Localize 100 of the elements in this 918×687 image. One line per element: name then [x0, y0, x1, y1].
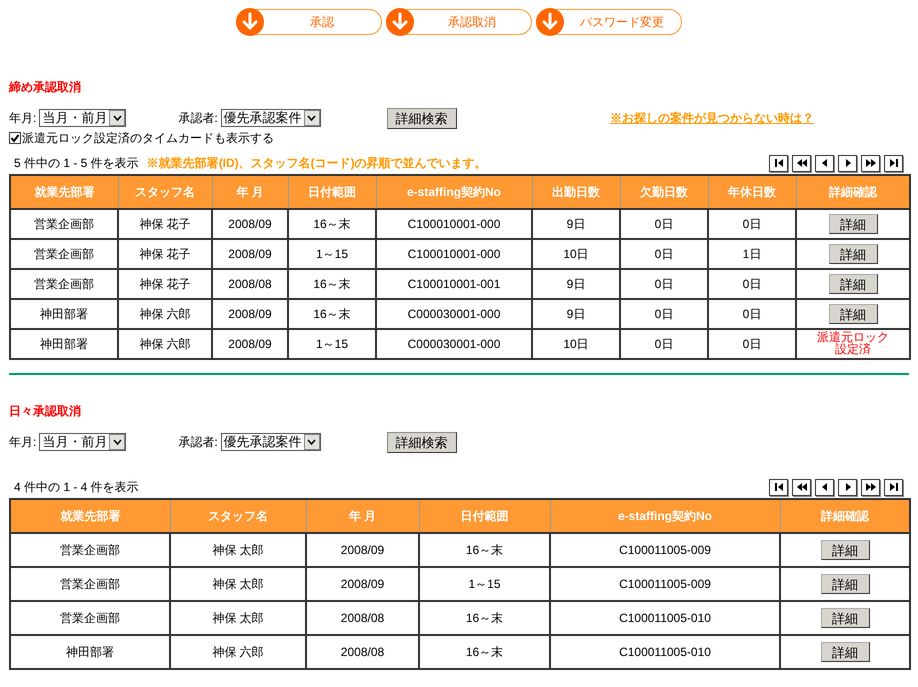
- table-cell: 0日: [620, 209, 708, 239]
- column-header: スタッフ名: [170, 499, 306, 533]
- table-cell: 神保 六郎: [170, 635, 306, 669]
- table-cell: 1～15: [288, 329, 376, 359]
- detail-button[interactable]: 詳細: [828, 274, 878, 294]
- table-cell: 神保 六郎: [118, 329, 212, 359]
- table-cell: 2008/09: [212, 299, 288, 329]
- column-header: 就業先部署: [10, 499, 170, 533]
- table-cell: 10日: [532, 329, 620, 359]
- caret-icon: [307, 439, 316, 445]
- table-cell: 2008/08: [306, 601, 419, 635]
- column-header: 年 月: [212, 175, 288, 209]
- next-set-button[interactable]: [861, 154, 880, 172]
- dropdown[interactable]: 当月・前月: [39, 433, 126, 451]
- table-cell: 0日: [620, 329, 708, 359]
- table-cell: 営業企画部: [10, 567, 170, 601]
- column-header: 詳細確認: [796, 175, 910, 209]
- detail-button[interactable]: 詳細: [820, 608, 870, 628]
- column-header: 出勤日数: [532, 175, 620, 209]
- lock-status: 派遣元ロック設定済: [817, 330, 889, 354]
- dropdown[interactable]: 優先承認案件: [220, 433, 321, 451]
- section-title: 日々承認取消: [9, 403, 82, 420]
- table-cell: 0日: [708, 299, 796, 329]
- table-cell: 2008/09: [306, 567, 419, 601]
- checkbox-label: 派遣元ロック設定済のタイムカードも表示する: [22, 130, 274, 147]
- table-cell: 16～末: [419, 601, 550, 635]
- double-right-arrow-icon: [864, 480, 878, 494]
- last-page-button[interactable]: [884, 478, 903, 496]
- table-cell: 神保 太郎: [170, 567, 306, 601]
- detail-button[interactable]: 詳細: [820, 642, 870, 662]
- first-page-button[interactable]: [769, 154, 788, 172]
- column-header: e-staffing契約No: [376, 175, 532, 209]
- previous-page-button[interactable]: [815, 154, 834, 172]
- table-cell: 営業企画部: [10, 269, 118, 299]
- next-page-button[interactable]: [838, 154, 857, 172]
- table-cell: 営業企画部: [10, 239, 118, 269]
- first-page-button[interactable]: [769, 478, 788, 496]
- table-cell: 2008/09: [212, 329, 288, 359]
- table-cell: 9日: [532, 269, 620, 299]
- search-button[interactable]: 詳細検索: [386, 432, 457, 452]
- column-header: 日付範囲: [288, 175, 376, 209]
- last-page-button[interactable]: [884, 154, 903, 172]
- section-title: 締め承認取消: [9, 79, 82, 96]
- table-cell: 1日: [708, 239, 796, 269]
- field-label: 年月:: [9, 110, 36, 127]
- table-cell: C000030001-000: [376, 329, 532, 359]
- column-header: 年休日数: [708, 175, 796, 209]
- table-cell: C000030001-000: [376, 299, 532, 329]
- table-cell: 10日: [532, 239, 620, 269]
- table-cell: 2008/09: [212, 239, 288, 269]
- result-count: 4 件中の 1 - 4 件を表示: [14, 479, 139, 496]
- previous-set-button[interactable]: [792, 478, 811, 496]
- table-cell: 1～15: [288, 239, 376, 269]
- table-cell: 2008/09: [212, 209, 288, 239]
- table-cell: 神保 花子: [118, 239, 212, 269]
- table-cell: 神田部署: [10, 299, 118, 329]
- detail-button[interactable]: 詳細: [820, 574, 870, 594]
- previous-page-button[interactable]: [815, 478, 834, 496]
- field-label: 承認者:: [178, 110, 218, 127]
- table-cell: 神保 太郎: [170, 601, 306, 635]
- table-cell: C100010001-000: [376, 239, 532, 269]
- table-cell: 16～末: [288, 209, 376, 239]
- dropdown[interactable]: 優先承認案件: [220, 109, 321, 127]
- next-set-button[interactable]: [861, 478, 880, 496]
- next-page-button[interactable]: [838, 478, 857, 496]
- detail-button[interactable]: 詳細: [820, 540, 870, 560]
- column-header: スタッフ名: [118, 175, 212, 209]
- previous-set-button[interactable]: [792, 154, 811, 172]
- table-cell: 0日: [708, 269, 796, 299]
- field-label: 年月:: [9, 434, 36, 451]
- double-left-arrow-icon: [794, 480, 808, 494]
- table-cell: 9日: [532, 299, 620, 329]
- column-header: 欠勤日数: [620, 175, 708, 209]
- table-cell: 9日: [532, 209, 620, 239]
- search-button[interactable]: 詳細検索: [386, 108, 457, 128]
- double-right-arrow-icon: [864, 156, 878, 170]
- table-cell: 0日: [708, 209, 796, 239]
- table-cell: 1～15: [419, 567, 550, 601]
- table-cell: C100011005-010: [550, 601, 780, 635]
- table-cell: 神保 太郎: [170, 533, 306, 567]
- detail-button[interactable]: 詳細: [828, 304, 878, 324]
- caret-icon: [112, 439, 122, 445]
- table-cell: 神田部署: [10, 635, 170, 669]
- column-header: 詳細確認: [780, 499, 910, 533]
- table-cell: C100011005-010: [550, 635, 780, 669]
- checkbox[interactable]: [9, 132, 21, 144]
- detail-button[interactable]: 詳細: [828, 244, 878, 264]
- table-cell: C100011005-009: [550, 567, 780, 601]
- table-cell: 営業企画部: [10, 601, 170, 635]
- table-cell: 0日: [620, 299, 708, 329]
- table-cell: 16～末: [288, 299, 376, 329]
- column-header: 就業先部署: [10, 175, 118, 209]
- result-count: 5 件中の 1 - 5 件を表示: [14, 155, 139, 172]
- field-label: 承認者:: [178, 434, 218, 451]
- table-cell: 16～末: [288, 269, 376, 299]
- dropdown[interactable]: 当月・前月: [39, 109, 126, 127]
- table-cell: 2008/08: [212, 269, 288, 299]
- table-cell: 神保 六郎: [118, 299, 212, 329]
- double-left-arrow-icon: [794, 156, 808, 170]
- detail-button[interactable]: 詳細: [828, 214, 878, 234]
